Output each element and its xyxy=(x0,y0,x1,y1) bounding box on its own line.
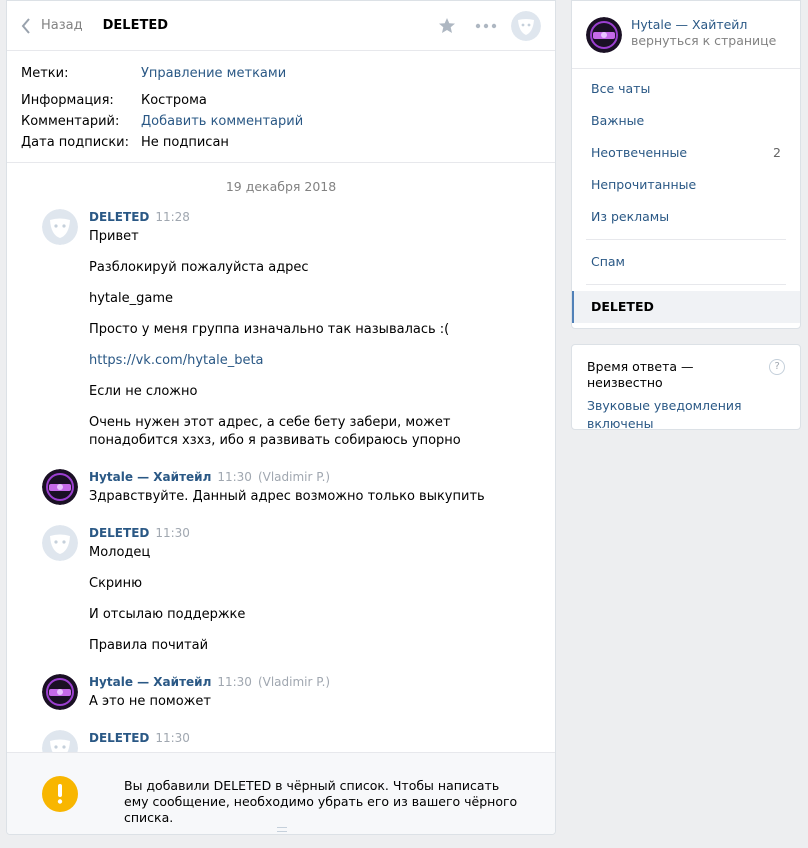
info-label: Комментарий: xyxy=(21,114,120,129)
sidebar-item-label: Важные xyxy=(591,113,645,128)
back-button[interactable]: Назад xyxy=(41,18,83,33)
message-sender-note: (Vladimir P.) xyxy=(257,675,331,689)
group-name[interactable]: Hytale — Хайтейл xyxy=(631,17,776,33)
chat-info: Метки: Управление метками Информация: Ко… xyxy=(7,51,555,163)
message-time[interactable]: 11:30 xyxy=(217,470,252,484)
message-sender-note: (Vladimir P.) xyxy=(257,470,331,484)
message-text: А это не поможет xyxy=(89,694,211,709)
message: DELETED 11:30 Молодец Скриню И отсылаю по… xyxy=(42,525,522,655)
avatar[interactable] xyxy=(511,10,541,41)
sidebar-item-spam[interactable]: Спам xyxy=(572,246,800,278)
message-history[interactable]: 19 декабря 2018 DELETED 11:28 Привет Разб… xyxy=(7,163,555,753)
resize-handle[interactable] xyxy=(277,827,287,832)
info-row-info: Информация: Кострома xyxy=(21,90,541,111)
info-label: Метки: xyxy=(21,66,69,81)
chat-topbar: Назад DELETED xyxy=(7,1,555,51)
message-author[interactable]: Hytale — Хайтейл xyxy=(89,675,211,689)
message-text: Скриню xyxy=(89,576,143,591)
sidebar-item-all-chats[interactable]: Все чаты xyxy=(572,73,800,105)
sidebar: Hytale — Хайтейл вернуться к странице Вс… xyxy=(571,0,801,329)
info-label: Дата подписки: xyxy=(21,135,130,150)
message-author[interactable]: Hytale — Хайтейл xyxy=(89,470,211,484)
message-author[interactable]: DELETED xyxy=(89,526,149,540)
sidebar-item-label: Все чаты xyxy=(591,81,651,96)
info-row-tags: Метки: Управление метками xyxy=(21,63,541,84)
message-text: Разблокируй пожалуйста адрес xyxy=(89,260,309,275)
sidebar-item-unanswered[interactable]: Неотвеченные 2 xyxy=(572,137,800,169)
response-info-panel: Время ответа — неизвестно ? Звуковые уве… xyxy=(571,344,801,433)
group-avatar[interactable] xyxy=(42,469,78,505)
message-author[interactable]: DELETED xyxy=(89,731,149,745)
message-time[interactable]: 11:30 xyxy=(155,526,190,540)
message: Hytale — Хайтейл 11:30 (Vladimir P.) Здрав… xyxy=(42,469,522,506)
sidebar-item-label: Из рекламы xyxy=(591,209,670,224)
message-time[interactable]: 11:28 xyxy=(155,210,190,224)
message-link[interactable]: https://vk.com/hytale_beta xyxy=(89,352,522,370)
manage-tags-link[interactable]: Управление метками xyxy=(141,63,286,84)
group-avatar[interactable] xyxy=(586,17,622,53)
more-icon[interactable] xyxy=(475,16,497,36)
sidebar-item-label: Спам xyxy=(591,254,625,269)
sidebar-item-label: Непрочитанные xyxy=(591,177,697,192)
divider xyxy=(586,284,786,285)
message-text: Очень нужен этот адрес, а себе бету забе… xyxy=(89,415,461,448)
unanswered-count: 2 xyxy=(773,145,781,160)
group-avatar[interactable] xyxy=(42,674,78,710)
sidebar-item-important[interactable]: Важные xyxy=(572,105,800,137)
return-to-page-link[interactable]: вернуться к странице xyxy=(631,33,776,49)
message-time[interactable]: 11:30 xyxy=(217,675,252,689)
chevron-left-icon[interactable] xyxy=(21,16,37,36)
warning-icon xyxy=(42,776,78,812)
chat-panel: Назад DELETED Метки: Управление метками … xyxy=(6,0,556,835)
sidebar-item-active-chat[interactable]: DELETED xyxy=(572,291,800,323)
message-author[interactable]: DELETED xyxy=(89,210,149,224)
sound-notifications-toggle[interactable]: Звуковые уведомления включены xyxy=(587,397,785,433)
message-text: Если не сложно xyxy=(89,384,198,399)
info-row-comment: Комментарий: Добавить комментарий xyxy=(21,111,541,132)
message-time[interactable]: 11:30 xyxy=(155,731,190,745)
message: DELETED 11:30 xyxy=(42,730,522,753)
info-value: Не подписан xyxy=(141,135,229,150)
group-header[interactable]: Hytale — Хайтейл вернуться к странице xyxy=(572,1,800,69)
blacklist-banner: Вы добавили DELETED в чёрный список. Что… xyxy=(7,752,555,834)
message-text: hytale_game xyxy=(89,291,173,306)
message-text: Молодец xyxy=(89,545,151,560)
date-separator: 19 декабря 2018 xyxy=(225,179,337,194)
message-text: Здравствуйте. Данный адрес возможно толь… xyxy=(89,489,485,504)
message-text: Просто у меня группа изначально так назы… xyxy=(89,322,450,337)
avatar[interactable] xyxy=(42,209,78,245)
sidebar-item-label: Неотвеченные xyxy=(591,145,688,160)
info-row-subscription: Дата подписки: Не подписан xyxy=(21,132,541,153)
star-icon[interactable] xyxy=(437,16,457,36)
message: Hytale — Хайтейл 11:30 (Vladimir P.) А это… xyxy=(42,674,522,711)
add-comment-link[interactable]: Добавить комментарий xyxy=(141,111,303,132)
info-value: Кострома xyxy=(141,93,207,108)
blacklist-message: Вы добавили DELETED в чёрный список. Что… xyxy=(124,778,518,825)
avatar[interactable] xyxy=(42,525,78,561)
avatar[interactable] xyxy=(42,730,78,753)
message-text: Правила почитай xyxy=(89,638,209,653)
chat-title[interactable]: DELETED xyxy=(103,18,168,33)
info-label: Информация: xyxy=(21,93,114,108)
help-icon[interactable]: ? xyxy=(769,359,785,375)
message-text: Привет xyxy=(89,229,139,244)
message: DELETED 11:28 Привет Разблокируй пожалуйс… xyxy=(42,209,522,450)
response-time: Время ответа — неизвестно xyxy=(587,359,694,390)
sidebar-item-from-ads[interactable]: Из рекламы xyxy=(572,201,800,233)
divider xyxy=(586,239,786,240)
sidebar-item-label: DELETED xyxy=(591,299,654,314)
sidebar-item-unread[interactable]: Непрочитанные xyxy=(572,169,800,201)
message-text: И отсылаю поддержке xyxy=(89,607,246,622)
